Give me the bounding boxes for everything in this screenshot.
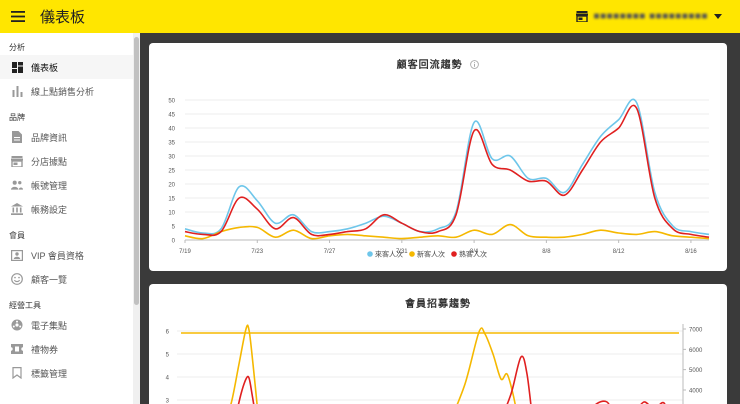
store-icon — [11, 155, 23, 167]
x-tick-label: 8/8 — [542, 249, 551, 255]
x-tick-label: 7/19 — [179, 249, 191, 255]
stamp-icon — [11, 319, 23, 331]
menu-button[interactable] — [0, 0, 36, 33]
document-icon — [11, 131, 23, 143]
retention-chart: 051015202530354045507/19 7/23 7/27 7/31 8/4 8… — [168, 98, 710, 259]
series-line-new-members — [456, 327, 516, 404]
member-recruit-chart: 3 4 5 6 4000 5000 6000 7000 — [166, 324, 703, 404]
sidebar-item-label: 帳號管理 — [31, 180, 68, 191]
y-tick-label: 20 — [168, 183, 175, 189]
store-icon — [575, 11, 588, 22]
sidebar-item-vip[interactable]: VIP 會員資格 — [0, 243, 140, 267]
series-line-returning — [506, 355, 532, 404]
chart-card-member-recruit: 會員招募趨勢 3 4 5 6 4000 5000 6000 7000 — [149, 284, 727, 404]
store-selector[interactable]: ■■■■■■■■ ■■■■■■■■■ — [575, 0, 722, 33]
section-label-tools: 經營工具 — [9, 301, 41, 310]
store-name: ■■■■■■■■ ■■■■■■■■■ — [593, 11, 708, 22]
y-right-tick-label: 7000 — [689, 328, 703, 334]
scrollbar-thumb[interactable] — [134, 37, 139, 305]
sidebar-item-branches[interactable]: 分店據點 — [0, 149, 140, 173]
sidebar-item-dashboard[interactable]: 儀表板 — [0, 55, 140, 79]
series-line — [184, 223, 710, 240]
bar-chart-icon — [11, 85, 23, 97]
y-right-tick-label: 4000 — [689, 389, 703, 395]
sidebar-item-label: 電子集點 — [31, 320, 68, 331]
sidebar-item-brand-info[interactable]: 品牌資訊 — [0, 125, 140, 149]
sidebar-item-label: 帳務設定 — [31, 204, 68, 215]
sidebar-item-label: 禮物券 — [31, 344, 59, 355]
sidebar-item-stamps[interactable]: 電子集點 — [0, 313, 140, 337]
y-tick-label: 35 — [168, 141, 175, 147]
y-tick-label: 40 — [168, 127, 175, 133]
x-tick-label: 8/12 — [613, 249, 625, 255]
y-tick-label: 10 — [168, 211, 175, 217]
y-tick-label: 30 — [168, 155, 175, 161]
sidebar-item-label: VIP 會員資格 — [31, 250, 84, 261]
y-tick-label: 50 — [168, 99, 175, 105]
badge-icon — [11, 249, 23, 261]
smiley-icon — [11, 273, 23, 285]
main-content: 顧客回流趨勢 0 5 10 15 20 25 30 35 40 45 50 7/19 7/23 7/27 7… — [140, 33, 740, 404]
series-line — [184, 98, 710, 236]
y-left-tick-label: 4 — [166, 376, 170, 382]
sidebar-item-accounts[interactable]: 帳號管理 — [0, 173, 140, 197]
top-app-bar: 儀表板 ■■■■■■■■ ■■■■■■■■■ — [0, 0, 740, 33]
x-tick-label: 8/16 — [685, 249, 697, 255]
chart-card-retention: 顧客回流趨勢 0 5 10 15 20 25 30 35 40 45 50 7/19 7/23 7/27 7… — [149, 43, 727, 271]
sidebar-item-customers[interactable]: 顧客一覽 — [0, 267, 140, 291]
sidebar-scrollbar[interactable] — [133, 33, 140, 404]
y-left-tick-label: 5 — [166, 353, 170, 359]
sidebar-item-online-sales[interactable]: 線上點銷售分析 — [0, 79, 140, 103]
page-title: 儀表板 — [40, 9, 86, 26]
bookmark-icon — [11, 367, 23, 379]
y-tick-label: 25 — [168, 169, 175, 175]
section-label-members: 會員 — [9, 231, 25, 240]
legend-label: 新客人次 — [417, 250, 445, 259]
dashboard-icon — [11, 61, 23, 73]
sidebar-item-label: 儀表板 — [31, 62, 59, 73]
sidebar-item-label: 顧客一覽 — [31, 274, 68, 285]
hamburger-icon — [11, 11, 25, 22]
legend-label: 熟客人次 — [459, 250, 487, 259]
y-tick-label: 15 — [168, 197, 175, 203]
sidebar-item-label: 線上點銷售分析 — [31, 86, 95, 97]
x-tick-label: 7/27 — [324, 249, 336, 255]
sidebar-item-label: 分店據點 — [31, 156, 68, 167]
sidebar-item-vouchers[interactable]: 禮物券 — [0, 337, 140, 361]
y-left-tick-label: 3 — [166, 399, 170, 404]
legend-marker — [451, 251, 457, 257]
sidebar: 分析 儀表板 線上點銷售分析 品牌 品牌資訊 分店據點 帳號管理 帳務設定 會員… — [0, 33, 140, 404]
y-tick-label: 5 — [172, 225, 176, 231]
y-right-tick-label: 6000 — [689, 348, 703, 354]
people-icon — [11, 179, 23, 191]
chevron-down-icon — [714, 14, 722, 19]
y-tick-label: 45 — [168, 113, 175, 119]
legend-label: 來客人次 — [375, 250, 403, 259]
ticket-icon — [11, 343, 23, 355]
legend-marker — [409, 251, 415, 257]
y-tick-label: 0 — [172, 239, 176, 245]
y-left-tick-label: 6 — [166, 330, 170, 336]
legend-marker — [367, 251, 373, 257]
sidebar-item-billing[interactable]: 帳務設定 — [0, 197, 140, 221]
section-label-analysis: 分析 — [9, 43, 25, 52]
bank-icon — [11, 203, 23, 215]
sidebar-item-label: 標籤管理 — [31, 368, 68, 379]
section-label-brand: 品牌 — [9, 113, 25, 122]
x-tick-label: 7/23 — [251, 249, 263, 255]
series-line — [184, 104, 710, 238]
y-right-tick-label: 5000 — [689, 368, 703, 374]
sidebar-item-tags[interactable]: 標籤管理 — [0, 361, 140, 385]
sidebar-item-label: 品牌資訊 — [31, 132, 68, 143]
